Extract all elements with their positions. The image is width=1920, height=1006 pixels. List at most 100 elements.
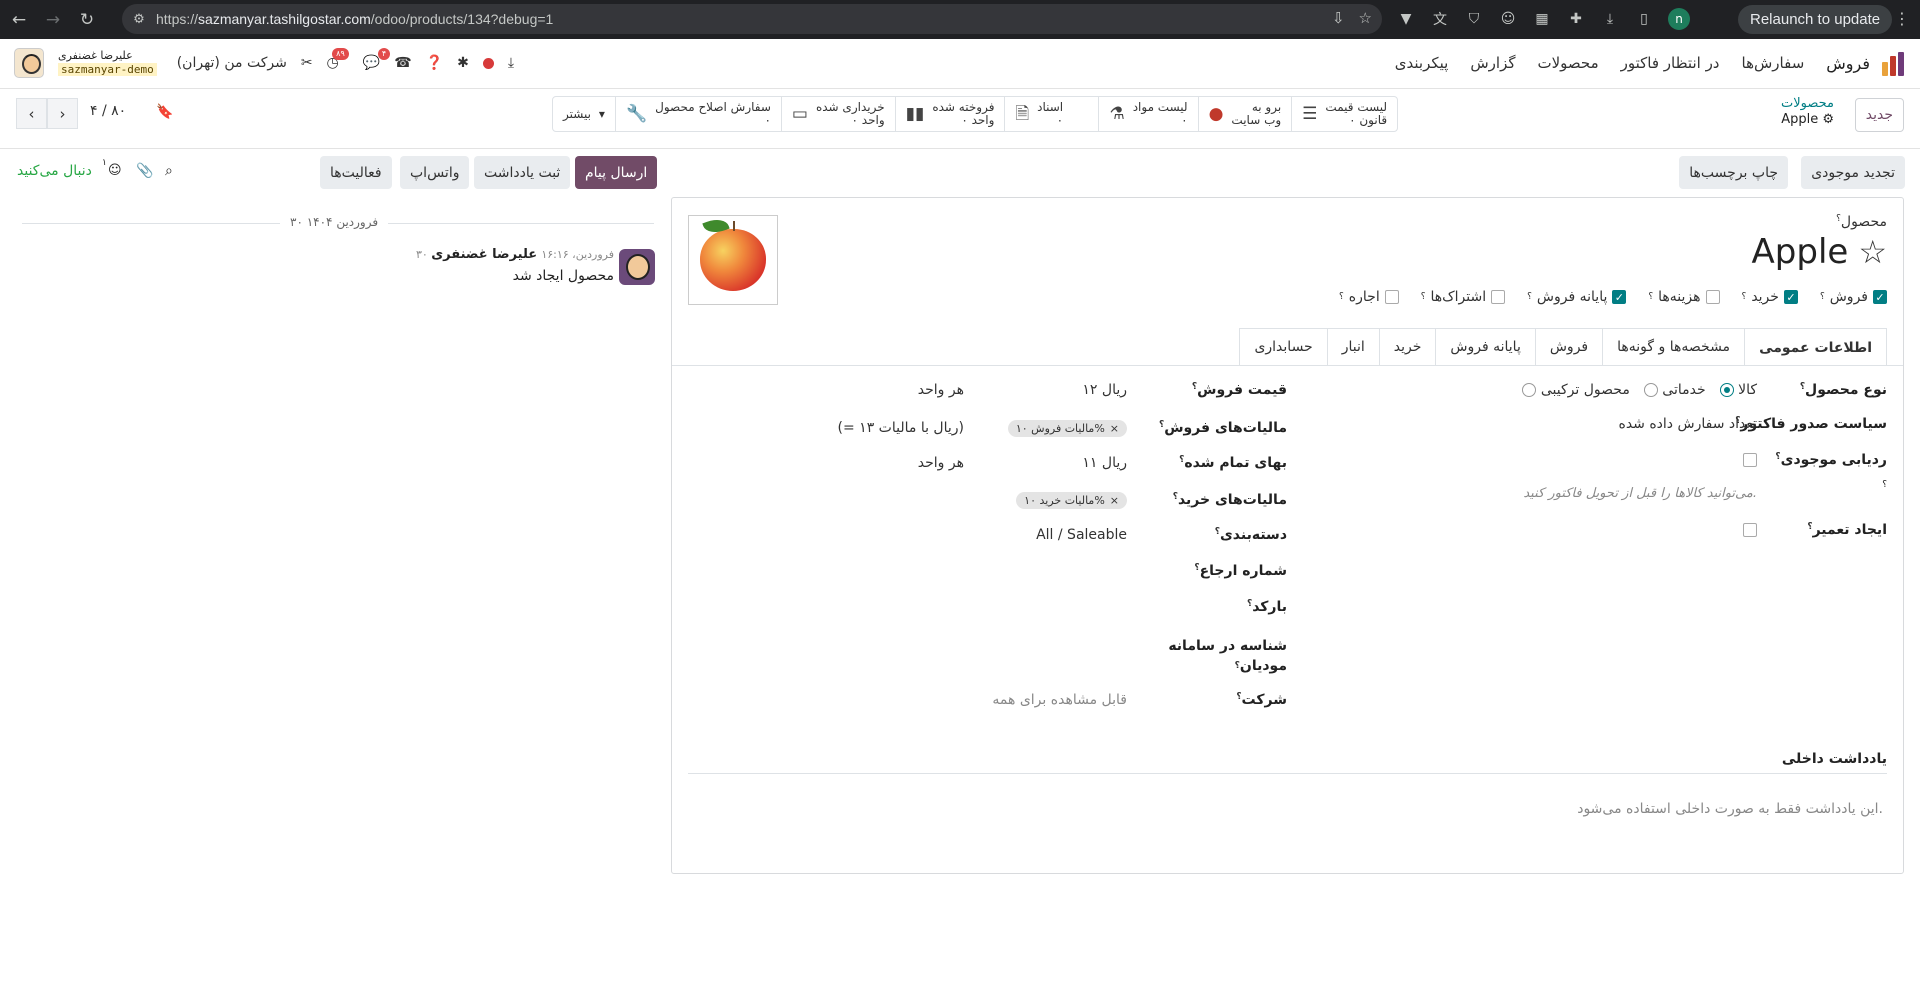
log-note-button[interactable]: ثبت یادداشت (474, 156, 571, 189)
cost-field[interactable]: ۱۱ ریال (1082, 455, 1127, 471)
can-be-purchased-checkbox[interactable]: ✓ خرید ؟ (1742, 289, 1798, 305)
product-image[interactable] (688, 215, 778, 305)
followers-icon[interactable]: ☺ (108, 163, 122, 178)
browser-menu-icon[interactable]: ⋮ (1894, 9, 1910, 28)
bookmark-star-icon[interactable]: ☆ (1359, 9, 1372, 27)
new-button[interactable]: جدید (1854, 98, 1904, 132)
product-name[interactable]: Apple (1752, 232, 1849, 272)
print-labels-button[interactable]: چاپ برچسب‌ها (1679, 156, 1788, 189)
favorite-star-icon[interactable]: ☆ (1858, 233, 1887, 271)
address-bar[interactable]: ⚙ https://sazmanyar.tashilgostar.com/odo… (122, 4, 1382, 34)
category-field[interactable]: All / Saleable (1036, 527, 1127, 543)
invoice-policy-select[interactable]: تعداد سفارش داده شده (1618, 416, 1757, 432)
product-type-combo[interactable]: محصول ترکیبی (1522, 382, 1630, 398)
remove-tag-icon[interactable]: × (1110, 422, 1119, 435)
message-author[interactable]: علیرضا غضنفری (431, 247, 537, 262)
can-be-sold-checkbox[interactable]: ✓ فروش ؟ (1820, 289, 1887, 305)
extensions-puzzle-icon[interactable]: ✚ (1566, 9, 1586, 29)
stat-buttons: ☰ لیست قیمت ۰ قانون ● برو به وب سایت ⚗ لیست م… (552, 96, 1399, 132)
sales-price-field[interactable]: ۱۲ ریال (1082, 382, 1127, 398)
product-type-goods[interactable]: کالا (1719, 382, 1757, 398)
send-message-button[interactable]: ارسال پیام (575, 156, 658, 189)
install-app-icon[interactable]: ⇩ (1332, 9, 1345, 27)
internal-notes-input[interactable]: این یادداشت فقط به صورت داخلی استفاده می… (1577, 801, 1883, 817)
menu-reporting[interactable]: گزارش (1470, 54, 1515, 73)
tab-purchase[interactable]: خرید (1378, 328, 1437, 365)
menu-orders[interactable]: سفارش‌ها (1742, 54, 1805, 73)
extension-v-icon[interactable]: ▼ (1396, 9, 1416, 29)
pos-checkbox[interactable]: ✓ پایانه فروش ؟ (1527, 289, 1627, 305)
monkey-extension-icon[interactable]: ☺ (1498, 9, 1518, 29)
translate-icon[interactable]: 文 (1430, 9, 1450, 29)
search-icon[interactable]: ⌕ (165, 163, 173, 179)
stat-sold[interactable]: ▮▮ فروخته شده ۰ واحد (894, 97, 1005, 131)
message-author-avatar[interactable] (619, 249, 655, 285)
pager-previous-icon[interactable]: ‹ (16, 98, 47, 129)
company-switcher[interactable]: شرکت من (تهران) (177, 55, 287, 71)
tab-sales[interactable]: فروش (1534, 328, 1604, 365)
internal-reference-label: شماره ارجاع؟ (1194, 563, 1287, 579)
site-info-icon[interactable]: ⚙ (122, 12, 156, 27)
sales-app-logo-icon[interactable] (1882, 52, 1906, 76)
debug-tools-icon[interactable]: ✂ (301, 55, 313, 71)
user-menu[interactable]: علیرضا غضنفری sazmanyar-demo (58, 49, 157, 77)
side-panel-icon[interactable]: ▯ (1634, 9, 1654, 29)
messages-badge: ۴ (377, 48, 391, 60)
create-repair-checkbox[interactable] (1743, 523, 1757, 541)
more-dropdown[interactable]: بیشتر ▾ (553, 97, 615, 131)
stat-documents[interactable]: 🗎 اسناد ۰ (1004, 97, 1098, 131)
gear-icon[interactable]: ⚙ (1822, 112, 1834, 127)
update-quantity-button[interactable]: تجدید موجودی (1801, 156, 1905, 189)
back-icon[interactable]: ← (4, 5, 34, 35)
product-type-service[interactable]: خدماتی (1643, 382, 1706, 398)
menu-to-invoice[interactable]: در انتظار فاکتور (1621, 54, 1720, 73)
stat-purchased[interactable]: ▭ خریداری شده ۰ واحد (780, 97, 895, 131)
activity-clock-icon[interactable]: ◷ ۸۹ (327, 48, 349, 71)
stat-pricelist[interactable]: ☰ لیست قیمت ۰ قانون (1291, 97, 1397, 131)
can-be-expensed-checkbox[interactable]: هزینه‌ها ؟ (1648, 289, 1720, 305)
breadcrumb-parent[interactable]: محصولات (1781, 96, 1834, 112)
track-inventory-checkbox[interactable] (1743, 453, 1757, 471)
app-brand[interactable]: فروش (1826, 54, 1870, 73)
stat-website[interactable]: ● برو به وب سایت (1197, 97, 1292, 131)
phone-icon[interactable]: ☎ (394, 55, 411, 71)
stat-bom[interactable]: ⚗ لیست مواد ۰ (1098, 97, 1197, 131)
rental-checkbox[interactable]: اجاره ؟ (1339, 289, 1399, 305)
downloads-icon[interactable]: ⤓ (1600, 9, 1620, 29)
stat-repair-orders[interactable]: 🔧 سفارش اصلاح محصول ۰ (614, 97, 781, 131)
subscriptions-checkbox[interactable]: اشتراک‌ها ؟ (1421, 289, 1506, 305)
tab-attributes-variants[interactable]: مشخصه‌ها و گونه‌ها (1602, 328, 1746, 365)
purchase-taxes-field[interactable]: مالیات خرید ۱۰% × (1016, 492, 1127, 509)
qr-extension-icon[interactable]: ▦ (1532, 9, 1552, 29)
profile-avatar[interactable]: n (1668, 8, 1690, 30)
internal-reference-input[interactable] (1017, 559, 1127, 581)
tab-inventory[interactable]: انبار (1326, 328, 1380, 365)
barcode-input[interactable] (1017, 595, 1127, 617)
shield-extension-icon[interactable]: ⛉ (1464, 9, 1484, 29)
tab-general-info[interactable]: اطلاعات عمومی (1744, 328, 1887, 366)
paperclip-icon[interactable]: 📎 (136, 163, 153, 179)
user-avatar[interactable] (14, 48, 44, 78)
menu-products[interactable]: محصولات (1537, 54, 1598, 73)
activities-button[interactable]: فعالیت‌ها (320, 156, 392, 189)
download-icon[interactable]: ⤓ (508, 55, 514, 71)
whatsapp-button[interactable]: واتس‌اپ (400, 156, 470, 189)
pager-next-icon[interactable]: › (47, 98, 78, 129)
sales-taxes-field[interactable]: مالیات فروش ۱۰% × (1007, 420, 1127, 437)
company-field[interactable]: قابل مشاهده برای همه (992, 692, 1127, 708)
menu-configuration[interactable]: پیکربندی (1395, 54, 1449, 73)
remove-tag-icon[interactable]: × (1110, 494, 1119, 507)
bookmark-icon[interactable]: 🔖 (156, 104, 173, 120)
following-button[interactable]: دنبال می‌کنید (17, 163, 92, 179)
messages-icon[interactable]: 💬 ۴ (363, 48, 391, 71)
reload-icon[interactable]: ↻ (72, 5, 102, 35)
bug-icon[interactable]: ✱ (457, 55, 469, 71)
pager-value[interactable]: ۴ / ۸۰ (90, 103, 126, 119)
relaunch-button[interactable]: Relaunch to update (1738, 5, 1893, 34)
tab-accounting[interactable]: حسابداری (1239, 328, 1328, 365)
forward-icon[interactable]: → (38, 5, 68, 35)
help-icon[interactable]: ❓ (426, 55, 443, 71)
moadian-id-input[interactable] (1017, 642, 1127, 664)
tab-point-of-sale[interactable]: پایانه فروش (1435, 328, 1536, 365)
record-icon[interactable] (482, 57, 494, 69)
